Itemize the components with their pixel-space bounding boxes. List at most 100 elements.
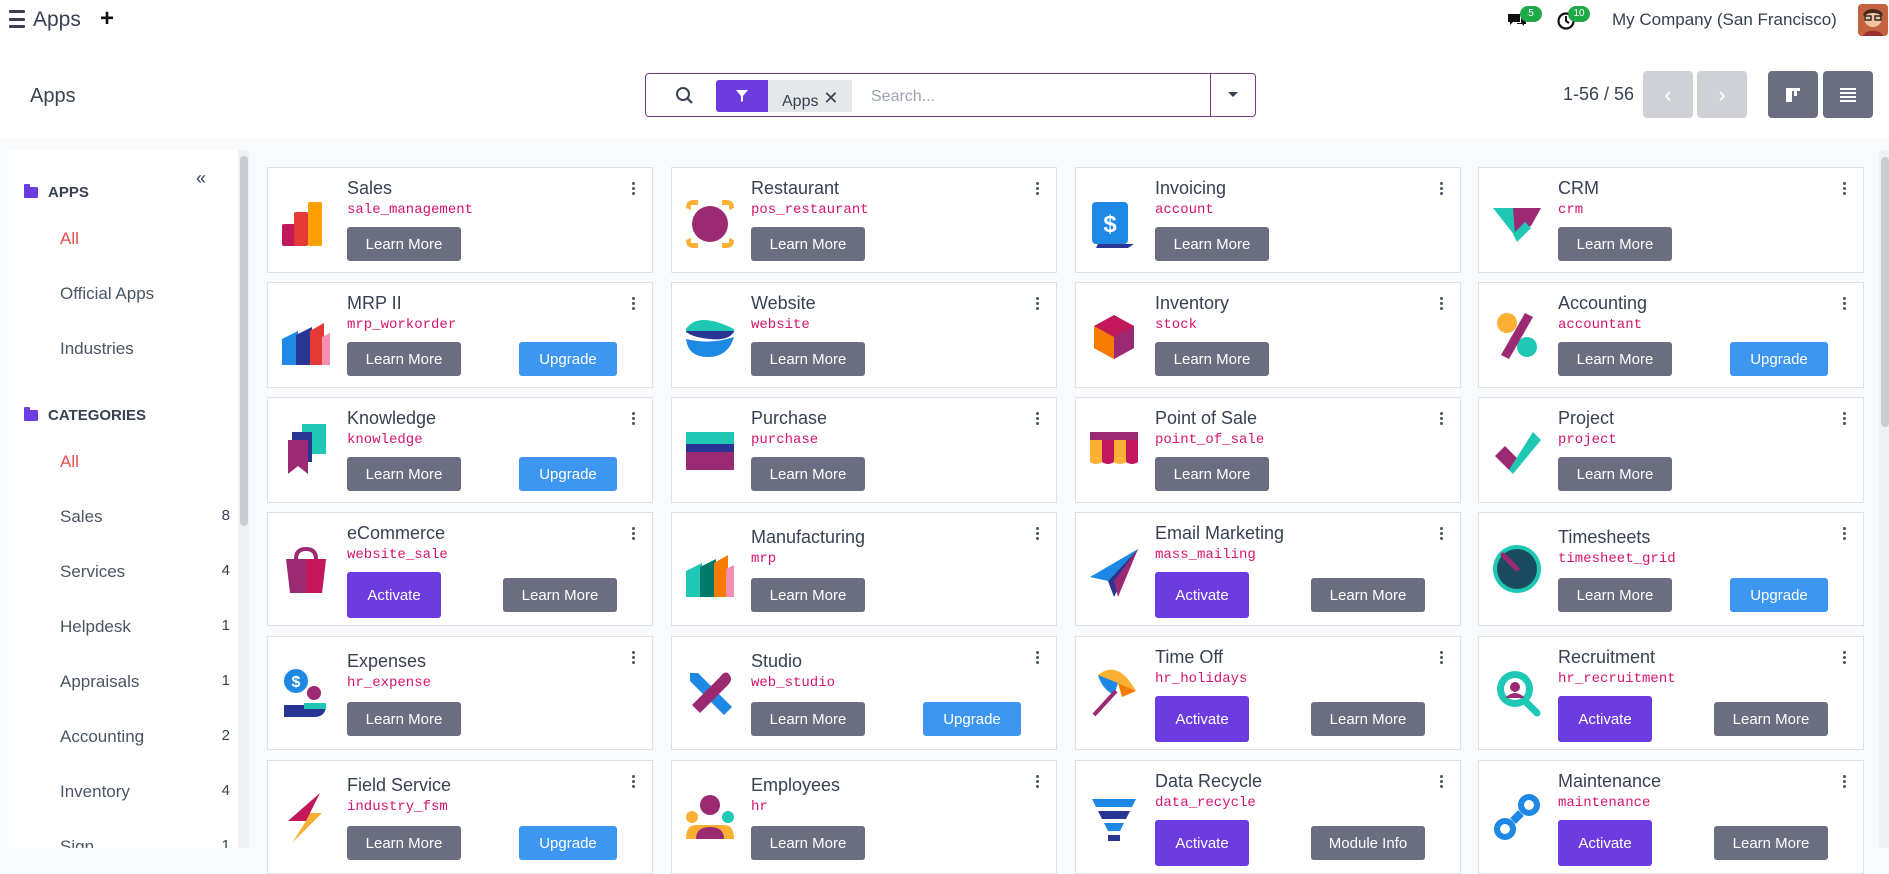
learn-more-button[interactable]: Learn More <box>751 227 865 261</box>
learn-more-button[interactable]: Learn More <box>1558 227 1672 261</box>
app-technical-name: industry_fsm <box>347 799 448 815</box>
app-card-studio: Studio web_studio Learn More Upgrade <box>671 636 1057 750</box>
activate-button[interactable]: Activate <box>1155 696 1249 742</box>
category-count: 1 <box>221 837 230 848</box>
learn-more-button[interactable]: Learn More <box>1311 578 1425 612</box>
app-menu-icon[interactable] <box>1843 527 1847 542</box>
learn-more-button[interactable]: Learn More <box>1558 457 1672 491</box>
app-name: Time Off <box>1155 647 1224 667</box>
app-menu-icon[interactable] <box>1440 775 1444 790</box>
learn-more-button[interactable]: Learn More <box>347 342 461 376</box>
app-card-time-off: Time Off hr_holidays Activate Learn More <box>1075 636 1461 750</box>
list-view-button[interactable] <box>1823 71 1873 118</box>
sidebar-scrollbar-thumb[interactable] <box>240 156 248 526</box>
app-menu-icon[interactable] <box>632 527 636 542</box>
menu-icon[interactable] <box>8 10 26 28</box>
activate-button[interactable]: Activate <box>1558 696 1652 742</box>
app-menu-icon[interactable] <box>1843 182 1847 197</box>
learn-more-button[interactable]: Learn More <box>751 578 865 612</box>
search-input[interactable] <box>869 82 1208 112</box>
category-appraisals[interactable]: Appraisals 1 <box>60 672 230 692</box>
app-menu-icon[interactable] <box>1440 651 1444 666</box>
app-name: Sales <box>347 178 393 198</box>
app-menu-icon[interactable] <box>1036 775 1040 790</box>
learn-more-button[interactable]: Learn More <box>1311 702 1425 736</box>
app-menu-icon[interactable] <box>632 412 636 427</box>
activate-button[interactable]: Activate <box>1558 820 1652 866</box>
caret-down-icon <box>1228 92 1238 97</box>
category-sales[interactable]: Sales 8 <box>60 507 230 527</box>
pager-next-button[interactable]: › <box>1697 71 1747 118</box>
category-helpdesk[interactable]: Helpdesk 1 <box>60 617 230 637</box>
learn-more-button[interactable]: Learn More <box>347 702 461 736</box>
activate-button[interactable]: Activate <box>1155 572 1249 618</box>
category-services[interactable]: Services 4 <box>60 562 230 582</box>
app-title[interactable]: Apps <box>33 8 81 32</box>
app-name: Timesheets <box>1558 527 1651 547</box>
app-menu-icon[interactable] <box>1843 297 1847 312</box>
category-sign[interactable]: Sign 1 <box>60 837 230 848</box>
app-menu-icon[interactable] <box>1440 412 1444 427</box>
filter-apps-all[interactable]: All <box>60 229 230 249</box>
collapse-panel-icon[interactable]: « <box>196 168 206 189</box>
learn-more-button[interactable]: Learn More <box>1558 578 1672 612</box>
learn-more-button[interactable]: Learn More <box>1558 342 1672 376</box>
pager-value[interactable]: 1-56 / 56 <box>1563 84 1634 105</box>
search-options-toggle[interactable] <box>1210 73 1255 117</box>
app-menu-icon[interactable] <box>1843 651 1847 666</box>
app-menu-icon[interactable] <box>1036 182 1040 197</box>
company-switcher[interactable]: My Company (San Francisco) <box>1612 10 1837 30</box>
user-avatar[interactable] <box>1858 4 1888 36</box>
learn-more-button[interactable]: Learn More <box>347 227 461 261</box>
filter-apps-official[interactable]: Official Apps <box>60 284 230 304</box>
category-inventory[interactable]: Inventory 4 <box>60 782 230 802</box>
search-bar[interactable]: Apps ✕ <box>645 73 1256 117</box>
kanban-view-button[interactable] <box>1768 71 1818 118</box>
app-menu-icon[interactable] <box>1843 412 1847 427</box>
main-scrollbar-thumb[interactable] <box>1881 157 1889 427</box>
upgrade-button[interactable]: Upgrade <box>1730 578 1828 612</box>
activate-button[interactable]: Activate <box>1155 820 1249 866</box>
app-menu-icon[interactable] <box>632 775 636 790</box>
app-menu-icon[interactable] <box>632 297 636 312</box>
learn-more-button[interactable]: Learn More <box>347 457 461 491</box>
category-all[interactable]: All <box>60 452 230 472</box>
app-menu-icon[interactable] <box>632 651 636 666</box>
app-menu-icon[interactable] <box>1036 651 1040 666</box>
app-menu-icon[interactable] <box>1440 527 1444 542</box>
app-menu-icon[interactable] <box>1036 297 1040 312</box>
app-menu-icon[interactable] <box>1440 182 1444 197</box>
app-card-mrp-ii: MRP II mrp_workorder Learn More Upgrade <box>267 282 653 388</box>
filter-apps-industries[interactable]: Industries <box>60 339 230 359</box>
learn-more-button[interactable]: Learn More <box>1714 702 1828 736</box>
learn-more-button[interactable]: Learn More <box>503 578 617 612</box>
learn-more-button[interactable]: Learn More <box>1155 342 1269 376</box>
learn-more-button[interactable]: Learn More <box>1155 457 1269 491</box>
app-menu-icon[interactable] <box>1036 527 1040 542</box>
learn-more-button[interactable]: Learn More <box>751 342 865 376</box>
app-name: eCommerce <box>347 523 446 543</box>
plus-icon[interactable]: + <box>100 5 114 33</box>
app-menu-icon[interactable] <box>1440 297 1444 312</box>
upgrade-button[interactable]: Upgrade <box>1730 342 1828 376</box>
app-menu-icon[interactable] <box>1843 775 1847 790</box>
remove-facet-icon[interactable]: ✕ <box>823 80 838 116</box>
app-menu-icon[interactable] <box>632 182 636 197</box>
category-accounting[interactable]: Accounting 2 <box>60 727 230 747</box>
learn-more-button[interactable]: Learn More <box>751 702 865 736</box>
learn-more-button[interactable]: Learn More <box>751 457 865 491</box>
activities-button[interactable]: 10 <box>1556 6 1590 31</box>
pager-previous-button[interactable]: ‹ <box>1643 71 1693 118</box>
messages-button[interactable]: 5 <box>1506 6 1542 29</box>
activate-button[interactable]: Activate <box>347 572 441 618</box>
app-card-inventory: Inventory stock Learn More <box>1075 282 1461 388</box>
upgrade-button[interactable]: Upgrade <box>923 702 1021 736</box>
crm-handshake-icon <box>1493 208 1541 242</box>
upgrade-button[interactable]: Upgrade <box>519 457 617 491</box>
app-card-website: Website website Learn More <box>671 282 1057 388</box>
search-icon[interactable] <box>674 85 696 107</box>
app-menu-icon[interactable] <box>1036 412 1040 427</box>
categories-section-header: CATEGORIES <box>24 407 146 424</box>
learn-more-button[interactable]: Learn More <box>1155 227 1269 261</box>
upgrade-button[interactable]: Upgrade <box>519 342 617 376</box>
